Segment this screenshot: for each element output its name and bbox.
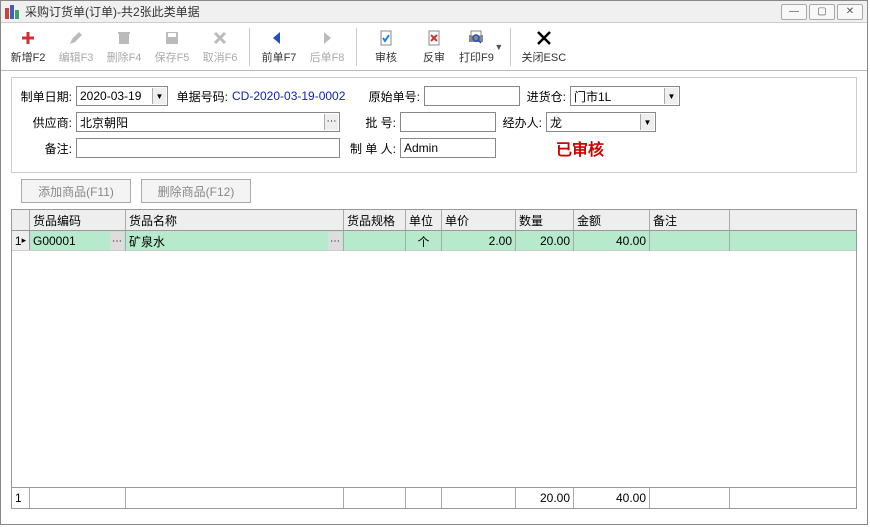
titlebar: 采购订货单(订单)-共2张此类单据 — ▢ ✕ bbox=[1, 1, 867, 23]
save-button[interactable]: 保存F5 bbox=[149, 25, 195, 69]
ellipsis-icon: ⋯ bbox=[110, 232, 124, 250]
cell-unit[interactable]: 个 bbox=[406, 231, 442, 251]
items-grid: 货品编码 货品名称 货品规格 单位 单价 数量 金额 备注 1▸ G00001⋯… bbox=[11, 209, 857, 509]
close-x-icon bbox=[534, 29, 554, 47]
agent-select[interactable]: 龙▼ bbox=[546, 112, 656, 132]
col-name[interactable]: 货品名称 bbox=[126, 210, 344, 230]
add-item-button[interactable]: 添加商品(F11) bbox=[21, 179, 131, 203]
print-button[interactable]: 打印F9 ▼ bbox=[459, 25, 504, 69]
cell-qty[interactable]: 20.00 bbox=[516, 231, 574, 251]
maximize-button[interactable]: ▢ bbox=[809, 4, 835, 20]
warehouse-label: 进货仓: bbox=[520, 88, 570, 105]
x-icon bbox=[210, 29, 230, 47]
supplier-browse[interactable]: 北京朝阳⋯ bbox=[76, 112, 340, 132]
cancel-button[interactable]: 取消F6 bbox=[197, 25, 243, 69]
warehouse-select[interactable]: 门市1L▼ bbox=[570, 86, 680, 106]
ellipsis-icon: ⋯ bbox=[328, 232, 342, 250]
window-title: 采购订货单(订单)-共2张此类单据 bbox=[25, 3, 781, 20]
grid-footer: 1 20.00 40.00 bbox=[12, 487, 856, 508]
edit-button[interactable]: 编辑F3 bbox=[53, 25, 99, 69]
cell-amt[interactable]: 40.00 bbox=[574, 231, 650, 251]
docno-value: CD-2020-03-19-0002 bbox=[232, 89, 364, 103]
new-button[interactable]: 新增F2 bbox=[5, 25, 51, 69]
maker-input[interactable] bbox=[400, 138, 496, 158]
col-indicator bbox=[12, 210, 30, 230]
remark-label: 备注: bbox=[18, 140, 76, 157]
supplier-label: 供应商: bbox=[18, 114, 76, 131]
batch-label: 批 号: bbox=[340, 114, 400, 131]
col-code[interactable]: 货品编码 bbox=[30, 210, 126, 230]
col-note[interactable]: 备注 bbox=[650, 210, 730, 230]
chevron-down-icon: ▼ bbox=[152, 88, 166, 104]
arrow-right-icon bbox=[317, 29, 337, 47]
chevron-down-icon[interactable]: ▼ bbox=[494, 42, 504, 52]
app-icon bbox=[5, 5, 21, 19]
grid-body: 1▸ G00001⋯ 矿泉水⋯ 个 2.00 20.00 40.00 bbox=[12, 231, 856, 487]
batch-input[interactable] bbox=[400, 112, 496, 132]
grid-header: 货品编码 货品名称 货品规格 单位 单价 数量 金额 备注 bbox=[12, 210, 856, 231]
check-doc-icon bbox=[376, 29, 396, 47]
arrow-left-icon bbox=[269, 29, 289, 47]
x-doc-icon bbox=[424, 29, 444, 47]
docno-label: 单据号码: bbox=[168, 88, 232, 105]
trash-icon bbox=[114, 29, 134, 47]
origno-input[interactable] bbox=[424, 86, 520, 106]
maker-label: 制 单 人: bbox=[340, 140, 400, 157]
status-stamp: 已审核 bbox=[556, 136, 604, 160]
unapprove-button[interactable]: 反审 bbox=[411, 25, 457, 69]
col-unit[interactable]: 单位 bbox=[406, 210, 442, 230]
cell-price[interactable]: 2.00 bbox=[442, 231, 516, 251]
table-row[interactable]: 1▸ G00001⋯ 矿泉水⋯ 个 2.00 20.00 40.00 bbox=[12, 231, 856, 251]
footer-amt: 40.00 bbox=[574, 488, 650, 508]
separator bbox=[510, 28, 511, 66]
printer-icon bbox=[466, 29, 486, 47]
toolbar: 新增F2 编辑F3 删除F4 保存F5 取消F6 前单F7 后单F8 bbox=[1, 23, 867, 71]
agent-label: 经办人: bbox=[496, 114, 546, 131]
floppy-icon bbox=[162, 29, 182, 47]
window-controls: — ▢ ✕ bbox=[781, 4, 863, 20]
ellipsis-icon: ⋯ bbox=[324, 114, 338, 130]
plus-icon bbox=[18, 29, 38, 47]
delete-item-button[interactable]: 删除商品(F12) bbox=[141, 179, 251, 203]
prev-button[interactable]: 前单F7 bbox=[256, 25, 302, 69]
cell-name[interactable]: 矿泉水⋯ bbox=[126, 231, 344, 251]
close-window-button[interactable]: ✕ bbox=[837, 4, 863, 20]
cell-code[interactable]: G00001⋯ bbox=[30, 231, 126, 251]
item-actions: 添加商品(F11) 删除商品(F12) bbox=[21, 179, 857, 203]
cell-spec[interactable] bbox=[344, 231, 406, 251]
approve-button[interactable]: 审核 bbox=[363, 25, 409, 69]
col-amt[interactable]: 金额 bbox=[574, 210, 650, 230]
chevron-down-icon: ▼ bbox=[664, 88, 678, 104]
separator bbox=[249, 28, 250, 66]
next-button[interactable]: 后单F8 bbox=[304, 25, 350, 69]
date-label: 制单日期: bbox=[18, 88, 76, 105]
col-qty[interactable]: 数量 bbox=[516, 210, 574, 230]
chevron-down-icon: ▼ bbox=[640, 114, 654, 130]
close-button[interactable]: 关闭ESC bbox=[517, 25, 571, 69]
origno-label: 原始单号: bbox=[364, 88, 424, 105]
row-indicator: 1▸ bbox=[12, 231, 30, 250]
form-area: 制单日期: 2020-03-19▼ 单据号码: CD-2020-03-19-00… bbox=[11, 77, 857, 173]
date-field[interactable]: 2020-03-19▼ bbox=[76, 86, 168, 106]
remark-input[interactable] bbox=[76, 138, 340, 158]
footer-qty: 20.00 bbox=[516, 488, 574, 508]
cell-note[interactable] bbox=[650, 231, 730, 251]
pencil-icon bbox=[66, 29, 86, 47]
col-spec[interactable]: 货品规格 bbox=[344, 210, 406, 230]
delete-button[interactable]: 删除F4 bbox=[101, 25, 147, 69]
minimize-button[interactable]: — bbox=[781, 4, 807, 20]
footer-idx: 1 bbox=[12, 488, 30, 508]
col-price[interactable]: 单价 bbox=[442, 210, 516, 230]
separator bbox=[356, 28, 357, 66]
app-window: 采购订货单(订单)-共2张此类单据 — ▢ ✕ 新增F2 编辑F3 删除F4 保… bbox=[0, 0, 868, 525]
